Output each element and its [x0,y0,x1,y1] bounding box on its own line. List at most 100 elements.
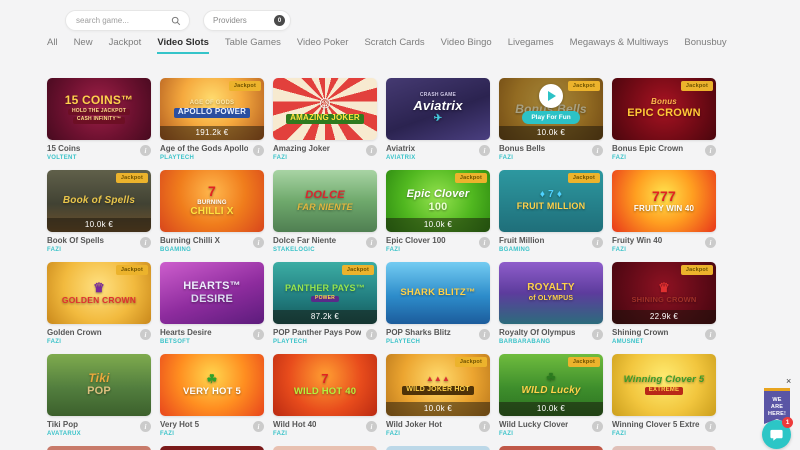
providers-dropdown[interactable]: Providers 0 [203,10,291,31]
game-art[interactable]: 777 FRUITY WIN 40 [612,170,716,232]
game-art[interactable]: Tiki POP [47,354,151,416]
game-art[interactable]: Jackpot Bonus Bells 10.0k € Play For Fun [499,78,603,140]
info-icon[interactable]: i [140,421,151,432]
chat-close-icon[interactable]: × [786,377,791,386]
info-icon[interactable]: i [366,329,377,340]
info-icon[interactable]: i [140,145,151,156]
info-icon[interactable]: i [253,145,264,156]
info-icon[interactable]: i [479,329,490,340]
game-art[interactable]: CRASH GAME Aviatrix ✈ [386,78,490,140]
game-card[interactable]: SHARK BLITZ™ POP Sharks Blitz PLAYTECH i [386,262,490,352]
tab-livegames[interactable]: Livegames [508,37,554,54]
game-card[interactable]: Jackpot Bonus EPIC CROWN Bonus Epic Crown… [612,78,716,168]
game-art[interactable]: 7 WILD HOT 40 [273,354,377,416]
game-art[interactable]: Jackpot Epic Clover 100 10.0k € [386,170,490,232]
info-icon[interactable]: i [592,329,603,340]
art-text-line: WILD HOT 40 [293,386,357,398]
info-icon[interactable]: i [366,237,377,248]
game-card[interactable]: 7 BURNING CHILLI X Burning Chilli X BGAMIN… [160,170,264,260]
play-for-fun-button[interactable]: Play For Fun [522,111,580,124]
art-text-line: 100 [428,200,448,213]
game-art[interactable]: Jackpot ♛ SHINING CROWN 22.9k € [612,262,716,324]
info-icon[interactable]: i [592,145,603,156]
info-icon[interactable]: i [253,237,264,248]
info-icon[interactable]: i [140,237,151,248]
info-icon[interactable]: i [140,329,151,340]
game-art[interactable]: Jackpot ▲▲▲ WILD JOKER HOT 10.0k € [386,354,490,416]
game-art[interactable]: 7 BURNING CHILLI X [160,170,264,232]
game-art[interactable]: Jackpot Book of Spells 10.0k € [47,170,151,232]
game-card[interactable]: ☺ AMAZING JOKER Amazing Joker FAZI i [273,78,377,168]
game-card[interactable]: Jackpot ▲▲▲ WILD JOKER HOT 10.0k € Wild J… [386,354,490,444]
info-icon[interactable]: i [705,421,716,432]
info-icon[interactable]: i [253,421,264,432]
info-icon[interactable]: i [479,237,490,248]
game-art[interactable]: HEARTS™ DESIRE [160,262,264,324]
game-card[interactable]: DOLCE FAR NIENTE Dolce Far Niente STAKELO… [273,170,377,260]
game-art[interactable]: DOLCE FAR NIENTE [273,170,377,232]
game-card[interactable]: Jackpot ☘ WILD Lucky 10.0k € Wild Lucky C… [499,354,603,444]
info-icon[interactable]: i [705,145,716,156]
game-card[interactable]: Jackpot ♛ GOLDEN CROWN Golden Crown FAZI … [47,262,151,352]
tab-bonusbuy[interactable]: Bonusbuy [684,37,726,54]
game-card[interactable]: Jackpot Bonus Bells 10.0k € Play For Fun… [499,78,603,168]
game-art[interactable]: SHARK BLITZ™ [386,262,490,324]
tab-new[interactable]: New [74,37,93,54]
next-row-game-sliver [160,446,264,450]
game-art[interactable]: ☘ VERY HOT 5 [160,354,264,416]
art-text-line: Winning Clover 5 [623,374,705,386]
game-art[interactable]: ROYALTY of OLYMPUS [499,262,603,324]
tab-video-slots[interactable]: Video Slots [157,37,209,54]
game-card[interactable]: Winning Clover 5 EXTREME Winning Clover 5… [612,354,716,444]
art-text-line: ♦ 7 ♦ [539,189,563,201]
info-icon[interactable]: i [366,421,377,432]
game-art[interactable]: Jackpot AGE OF GODS APOLLO POWER 191.2k € [160,78,264,140]
info-icon[interactable]: i [253,329,264,340]
game-card[interactable]: Jackpot PANTHER PAYS™ POWER 87.2k € POP P… [273,262,377,352]
info-icon[interactable]: i [479,145,490,156]
game-meta: Wild Joker Hot FAZI i [386,416,490,444]
info-icon[interactable]: i [479,421,490,432]
game-card[interactable]: ROYALTY of OLYMPUS Royalty Of Olympus BAR… [499,262,603,352]
art-text-line: FRUIT MILLION [516,201,586,212]
tab-scratch-cards[interactable]: Scratch Cards [364,37,424,54]
tab-video-bingo[interactable]: Video Bingo [441,37,492,54]
game-art[interactable]: Jackpot ♛ GOLDEN CROWN [47,262,151,324]
game-art[interactable]: Jackpot ♦ 7 ♦ FRUIT MILLION [499,170,603,232]
game-card[interactable]: CRASH GAME Aviatrix ✈ Aviatrix AVIATRIX i [386,78,490,168]
game-meta-text: Burning Chilli X BGAMING [160,236,220,253]
game-card[interactable]: Jackpot Book of Spells 10.0k € Book Of S… [47,170,151,260]
info-icon[interactable]: i [366,145,377,156]
info-icon[interactable]: i [705,237,716,248]
game-card[interactable]: Tiki POP Tiki Pop AVATARUX i [47,354,151,444]
game-card[interactable]: Jackpot ♛ SHINING CROWN 22.9k € Shining C… [612,262,716,352]
game-card[interactable]: HEARTS™ DESIRE Hearts Desire BETSOFT i [160,262,264,352]
play-icon[interactable] [539,84,563,108]
game-card[interactable]: 15 COINS™ HOLD THE JACKPOT CASH INFINITY™ … [47,78,151,168]
search-box[interactable] [65,10,190,31]
jackpot-badge: Jackpot [454,173,487,183]
game-card[interactable]: ☘ VERY HOT 5 Very Hot 5 FAZI i [160,354,264,444]
search-input[interactable] [74,15,171,26]
game-art[interactable]: ☺ AMAZING JOKER [273,78,377,140]
info-icon[interactable]: i [592,421,603,432]
tab-all[interactable]: All [47,37,58,54]
tab-jackpot[interactable]: Jackpot [109,37,142,54]
game-card[interactable]: Jackpot ♦ 7 ♦ FRUIT MILLION Fruit Million… [499,170,603,260]
game-art[interactable]: Jackpot PANTHER PAYS™ POWER 87.2k € [273,262,377,324]
tab-video-poker[interactable]: Video Poker [297,37,349,54]
game-card[interactable]: Jackpot AGE OF GODS APOLLO POWER 191.2k €… [160,78,264,168]
game-art[interactable]: Jackpot ☘ WILD Lucky 10.0k € [499,354,603,416]
game-card[interactable]: 777 FRUITY WIN 40 Fruity Win 40 FAZI i [612,170,716,260]
art-text-line: Epic Clover [406,187,470,200]
info-icon[interactable]: i [592,237,603,248]
tab-table-games[interactable]: Table Games [225,37,281,54]
game-card[interactable]: 7 WILD HOT 40 Wild Hot 40 FAZI i [273,354,377,444]
game-art[interactable]: Jackpot Bonus EPIC CROWN [612,78,716,140]
game-art[interactable]: 15 COINS™ HOLD THE JACKPOT CASH INFINITY™ [47,78,151,140]
game-card[interactable]: Jackpot Epic Clover 100 10.0k € Epic Clov… [386,170,490,260]
game-art[interactable]: Winning Clover 5 EXTREME [612,354,716,416]
info-icon[interactable]: i [705,329,716,340]
tab-megaways-multiways[interactable]: Megaways & Multiways [570,37,669,54]
game-meta: Burning Chilli X BGAMING i [160,232,264,260]
